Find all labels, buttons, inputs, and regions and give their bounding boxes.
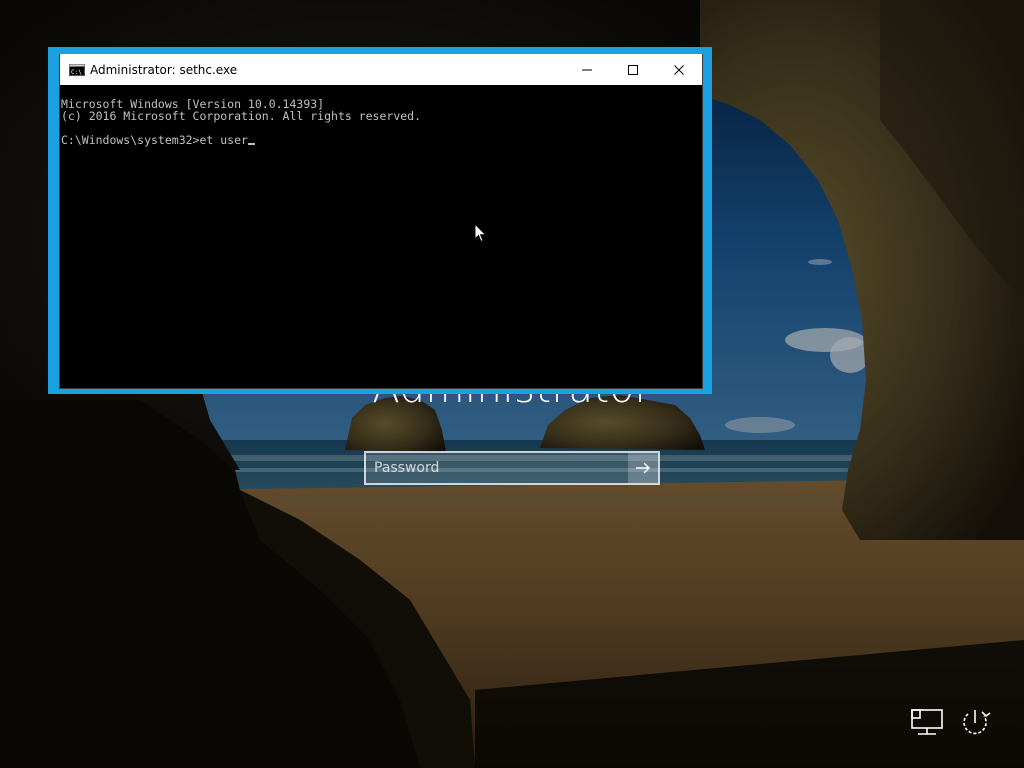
password-field-container [364, 451, 660, 485]
minimize-button[interactable] [564, 54, 610, 85]
cmd-window-frame: C:\ Administrator: sethc.exe Microsoft W… [59, 54, 703, 389]
console-line: (c) 2016 Microsoft Corporation. All righ… [61, 109, 422, 123]
lock-screen: Administrator [0, 0, 1024, 768]
power-icon [963, 710, 991, 735]
maximize-icon [628, 64, 638, 75]
cmd-window: C:\ Administrator: sethc.exe Microsoft W… [48, 47, 712, 394]
arrow-right-icon [636, 462, 650, 474]
minimize-icon [582, 69, 592, 70]
network-button[interactable] [908, 704, 946, 742]
cmd-window-title: Administrator: sethc.exe [90, 62, 238, 77]
power-button[interactable] [956, 704, 994, 742]
text-cursor [247, 143, 255, 145]
mouse-pointer-icon [474, 223, 487, 243]
network-icon [911, 709, 943, 735]
svg-text:C:\: C:\ [71, 69, 82, 76]
cmd-icon: C:\ [69, 63, 85, 76]
close-icon [674, 64, 684, 75]
maximize-button[interactable] [610, 54, 656, 85]
cmd-titlebar[interactable]: C:\ Administrator: sethc.exe [60, 54, 702, 85]
console-output[interactable]: Microsoft Windows [Version 10.0.14393] (c… [60, 85, 702, 388]
submit-password-button[interactable] [628, 453, 658, 483]
close-button[interactable] [656, 54, 702, 85]
password-input[interactable] [366, 453, 628, 483]
console-prompt-text: C:\Windows\system32>et user [61, 133, 248, 147]
console-prompt-line: C:\Windows\system32>et user [61, 134, 702, 146]
